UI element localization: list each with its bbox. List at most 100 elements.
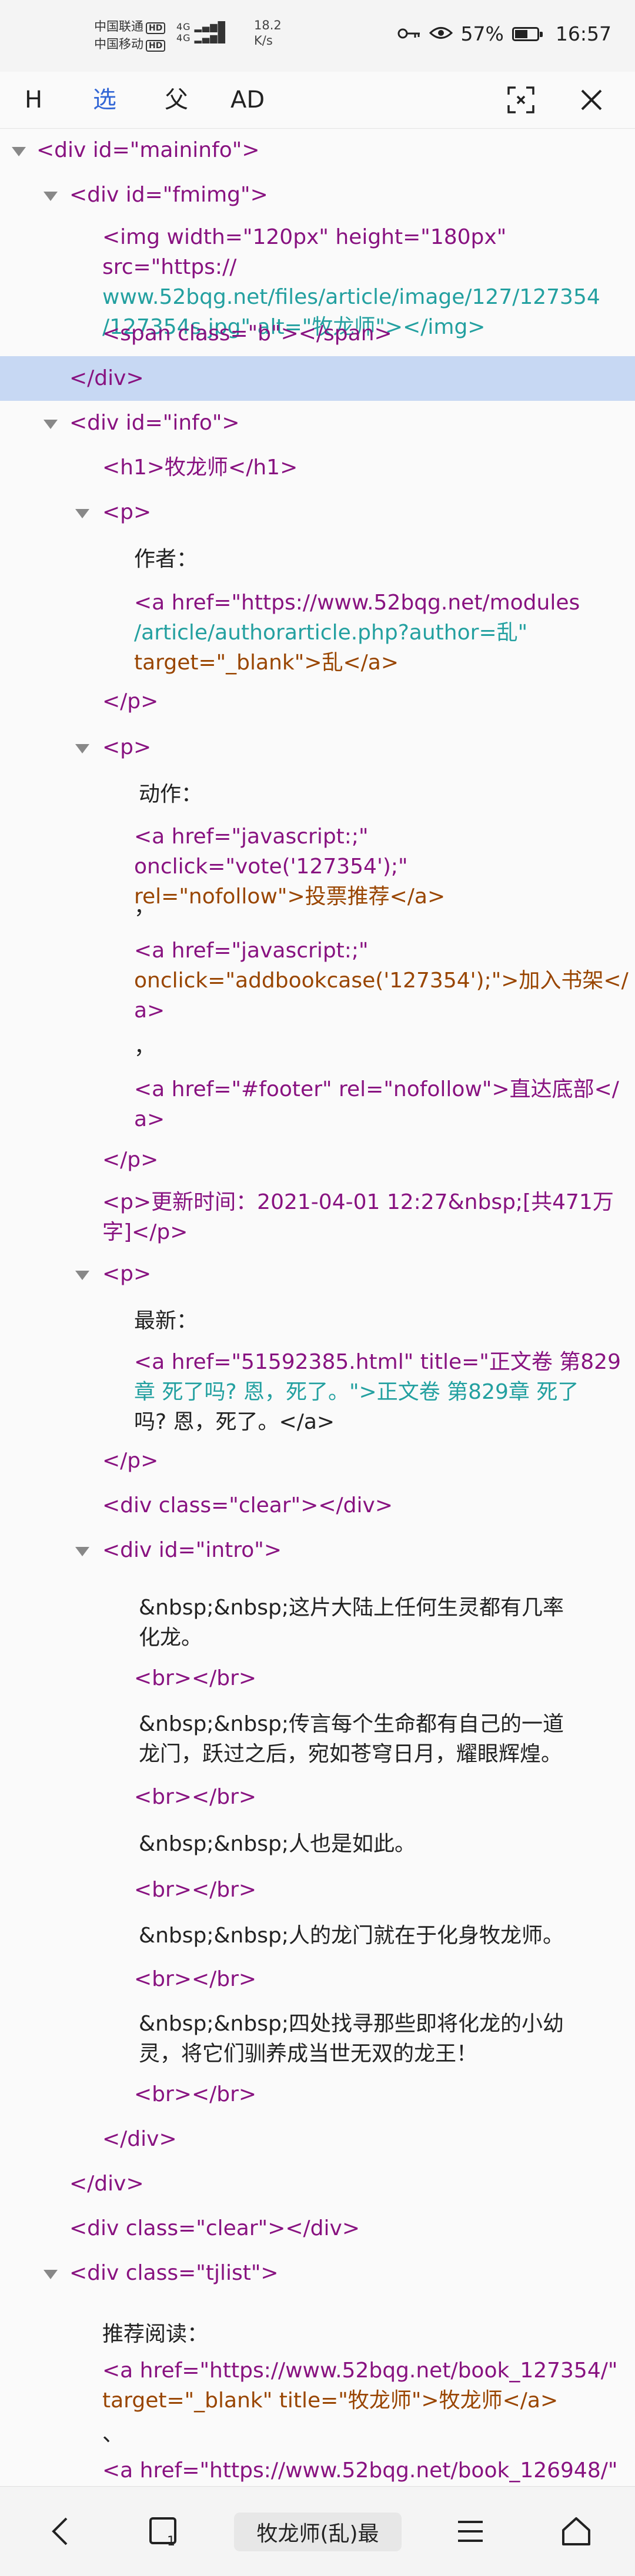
tree-node-br[interactable]: <br></br>	[0, 2078, 635, 2119]
node-text-line: <a href="javascript:;" onclick="vote('12…	[134, 825, 408, 879]
tree-node-text[interactable]: 最新：	[0, 1297, 635, 1344]
expand-arrow-icon[interactable]	[75, 1547, 89, 1556]
battery-fill	[514, 29, 527, 38]
tree-node-text[interactable]: &nbsp;&nbsp;四处找寻那些即将化龙的小幼 灵，将它们驯养成当世无双的龙…	[0, 2002, 635, 2078]
node-text: 最新：	[134, 1309, 198, 1333]
node-text-line: onclick="addbookcase('127354');">加入书架</	[134, 969, 629, 993]
tree-node-text[interactable]: &nbsp;&nbsp;人的龙门就在于化身牧龙师。	[0, 1915, 635, 1959]
tree-node-info[interactable]: <div id="info">	[0, 401, 635, 445]
back-icon[interactable]	[39, 2508, 80, 2555]
tree-node-a-footer[interactable]: <a href="#footer" rel="nofollow">直达底部</ …	[0, 1072, 635, 1141]
tree-node-div-clear[interactable]: <div class="clear"></div>	[0, 1485, 635, 1529]
node-text-line: <a href="#footer" rel="nofollow">直达底部</	[134, 1077, 619, 1101]
tree-node-div-close[interactable]: </div>	[0, 2164, 635, 2209]
node-text: 推荐阅读：	[102, 2322, 209, 2346]
tree-node-p-close[interactable]: </p>	[0, 1141, 635, 1183]
menu-icon[interactable]	[447, 2508, 494, 2555]
expand-arrow-icon[interactable]	[75, 509, 89, 518]
tree-node-a-rec1[interactable]: <a href="https://www.52bqg.net/book_1273…	[0, 2351, 635, 2418]
hd-badge-1: HD	[146, 22, 166, 34]
tabs-button[interactable]: 1	[141, 2508, 188, 2555]
select-button[interactable]: 选	[93, 85, 116, 115]
node-text: <span class="b"></span>	[102, 321, 392, 346]
tree-node-text[interactable]: 推荐阅读：	[0, 2316, 635, 2351]
node-text-line: 吗? 恩，死了。</a>	[134, 1410, 335, 1434]
tree-node-a-vote[interactable]: <a href="javascript:;" onclick="vote('12…	[0, 818, 635, 909]
tree-node-text[interactable]: &nbsp;&nbsp;这片大陆上任何生灵都有几率 化龙。	[0, 1588, 635, 1659]
parent-button[interactable]: 父	[165, 85, 188, 115]
ad-button[interactable]: AD	[230, 85, 265, 115]
expand-arrow-icon[interactable]	[75, 1271, 89, 1280]
node-text: &nbsp;&nbsp;人也是如此。	[139, 1832, 416, 1856]
tree-node-h1[interactable]: <h1>牧龙师</h1>	[0, 445, 635, 490]
h-button[interactable]: H	[25, 85, 42, 115]
tree-node-br[interactable]: <br></br>	[0, 1959, 635, 2002]
tree-node-text[interactable]: ，	[0, 885, 635, 930]
tree-node-p-close[interactable]: </p>	[0, 1441, 635, 1485]
tree-node-fmimg[interactable]: <div id="fmimg">	[0, 173, 635, 217]
tree-node-text[interactable]: &nbsp;&nbsp;传言每个生命都有自己的一道 龙门，跃过之后，宛如苍穹日月…	[0, 1703, 635, 1781]
node-text-line: <img width="120px" height="180px" src="h…	[102, 225, 507, 279]
tree-node-p[interactable]: <p>	[0, 725, 635, 770]
signal-1-label: 4G	[176, 21, 191, 32]
tree-node-span[interactable]: <span class="b"></span>	[0, 311, 635, 356]
tree-node-p[interactable]: <p>	[0, 1255, 635, 1297]
carrier-info: 中国联通 HD 中国移动 HD	[94, 18, 166, 53]
tree-node-p[interactable]: <p>	[0, 490, 635, 535]
node-text-line: 化龙。	[139, 1626, 203, 1650]
page-title-button[interactable]: 牧龙师(乱)最	[234, 2513, 402, 2551]
node-text: <div id="intro">	[102, 1538, 282, 1562]
node-text: <div id="fmimg">	[69, 183, 268, 207]
tree-node-img[interactable]: <img width="120px" height="180px" src="h…	[0, 217, 635, 339]
node-text: <br></br>	[134, 1785, 257, 1809]
node-text: </p>	[102, 689, 159, 713]
tree-node-p-close[interactable]: </p>	[0, 681, 635, 725]
tree-node-br[interactable]: <br></br>	[0, 1870, 635, 1915]
node-text: ，	[134, 895, 156, 919]
expand-arrow-icon[interactable]	[12, 147, 26, 156]
tree-node-p-update[interactable]: <p>更新时间：2021-04-01 12:27&nbsp;[共471万 字]<…	[0, 1183, 635, 1255]
tree-node-intro[interactable]: <div id="intro">	[0, 1529, 635, 1588]
expand-arrow-icon[interactable]	[44, 192, 58, 201]
tree-node-text[interactable]: 动作：	[0, 770, 635, 818]
tree-node-div-close[interactable]: </div>	[0, 2119, 635, 2164]
tree-node-text[interactable]: &nbsp;&nbsp;人也是如此。	[0, 1822, 635, 1870]
signal-bars-1-icon: ▂▄▆█	[194, 21, 226, 32]
node-text: <p>	[102, 735, 152, 759]
tree-node-br[interactable]: <br></br>	[0, 1659, 635, 1703]
node-text: </p>	[102, 1148, 159, 1172]
node-text: <div id="info">	[69, 411, 240, 435]
tree-node-text[interactable]: ，	[0, 1027, 635, 1072]
expand-arrow-icon[interactable]	[75, 744, 89, 753]
node-text: <br></br>	[134, 2082, 257, 2106]
tree-node-maininfo[interactable]: <div id="maininfo">	[0, 128, 635, 173]
carrier-1: 中国联通	[94, 19, 143, 34]
signal-bars-2-icon: ▂▄▆█	[194, 32, 226, 43]
speed-value: 18.2	[254, 18, 282, 32]
tree-node-text[interactable]: 作者：	[0, 535, 635, 583]
home-icon[interactable]	[553, 2508, 600, 2555]
tree-node-a-author[interactable]: <a href="https://www.52bqg.net/modules /…	[0, 583, 635, 681]
node-text: &nbsp;&nbsp;人的龙门就在于化身牧龙师。	[139, 1924, 564, 1948]
carrier-2: 中国移动	[94, 37, 143, 51]
tree-node-a-bookcase[interactable]: <a href="javascript:;" onclick="addbookc…	[0, 930, 635, 1027]
tree-node-text[interactable]: 、	[0, 2418, 635, 2453]
tree-node-div-clear[interactable]: <div class="clear"></div>	[0, 2209, 635, 2253]
node-text-line: <a href="51592385.html" title="正文卷 第829	[134, 1350, 621, 1374]
close-icon[interactable]	[576, 85, 607, 115]
node-text-line: /article/authorarticle.php?author=乱"	[134, 621, 528, 645]
node-text: <br></br>	[134, 1878, 257, 1902]
tree-node-a-latest[interactable]: <a href="51592385.html" title="正文卷 第829 …	[0, 1344, 635, 1441]
fullscreen-icon[interactable]	[506, 85, 536, 115]
node-text-line: &nbsp;&nbsp;传言每个生命都有自己的一道	[139, 1712, 564, 1736]
tree-node-tjlist[interactable]: <div class="tjlist">	[0, 2253, 635, 2316]
node-text: 、	[102, 2422, 124, 2446]
expand-arrow-icon[interactable]	[44, 420, 58, 429]
node-text-line: 龙门，跃过之后，宛如苍穹日月，耀眼辉煌。	[139, 1742, 563, 1766]
node-text: </div>	[102, 2127, 177, 2151]
tree-node-br[interactable]: <br></br>	[0, 1781, 635, 1822]
tree-node-a-rec2[interactable]: <a href="https://www.52bqg.net/book_1269…	[0, 2453, 635, 2488]
tree-node-selected-close-div[interactable]: </div>	[0, 356, 635, 401]
expand-arrow-icon[interactable]	[44, 2270, 58, 2279]
node-text: <p>	[102, 1262, 152, 1286]
